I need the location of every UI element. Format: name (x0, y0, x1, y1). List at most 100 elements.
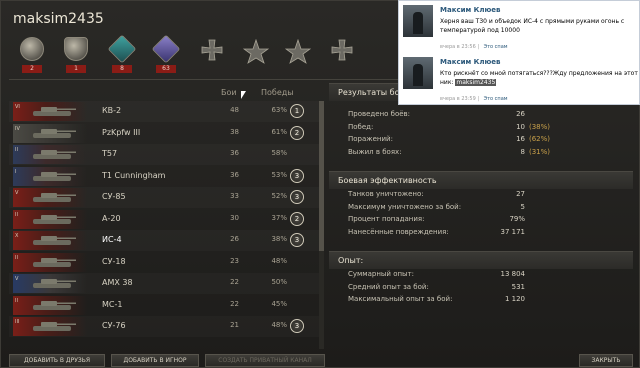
vehicle-row[interactable]: II СУ-18 23 48% (9, 252, 319, 273)
battles-count: 36 (230, 170, 239, 179)
win-rate: 48% (271, 321, 287, 329)
star-medal-icon[interactable] (284, 38, 312, 65)
vehicle-name: T1 Cunningham (102, 170, 166, 180)
spam-link[interactable]: Это спам (484, 96, 508, 102)
win-rate: 50% (271, 278, 287, 286)
vk-comment: Максим Клюев Херня ваш Т30 и объедок ИС-… (403, 3, 639, 53)
wins-header[interactable]: Победы (261, 88, 294, 97)
stat-value: 27 (516, 190, 525, 198)
vehicle-row[interactable]: VI КВ-2 48 63% 1 (9, 101, 319, 122)
close-button[interactable]: ЗАКРЫТЬ (579, 354, 633, 367)
comment-author[interactable]: Максим Клюев (440, 58, 500, 66)
vehicle-row[interactable]: V СУ-85 33 52% 3 (9, 187, 319, 208)
tank-wreath-medal-icon[interactable]: 2 (17, 37, 47, 77)
stat-value: 26 (516, 110, 525, 118)
tier-label: X (15, 233, 19, 239)
vehicle-row[interactable]: II T57 36 58% (9, 144, 319, 165)
tank-icon (25, 105, 79, 118)
tank-icon (25, 234, 79, 247)
comment-text: Херня ваш Т30 и объедок ИС-4 с прямыми р… (440, 18, 625, 34)
battles-count: 21 (230, 321, 239, 329)
vehicle-row[interactable]: I T1 Cunningham 36 53% 3 (9, 166, 319, 187)
stat-label: Поражений: (348, 135, 393, 143)
mastery-badge-icon: 3 (290, 190, 304, 204)
stat-value: 531 (511, 282, 525, 291)
medal-bar: 2 1 8 63 (9, 33, 389, 77)
win-rate: 37% (271, 213, 287, 222)
add-ignore-button[interactable]: ДОБАВИТЬ В ИГНОР (111, 354, 199, 367)
stat-value: 10 (516, 122, 525, 131)
iron-cross-medal-icon[interactable] (199, 39, 225, 65)
tier-label: VI (15, 104, 20, 110)
efficiency-heading: Боевая эффективность (338, 176, 437, 185)
battles-count: 33 (230, 192, 239, 200)
battles-count: 30 (230, 213, 239, 222)
stat-row: Поражений: 16 (62%) (329, 134, 633, 146)
stat-row: Процент попадания: 79% (329, 214, 633, 226)
comment-time[interactable]: вчера в 23:56 (440, 44, 476, 50)
scrollbar[interactable] (319, 101, 324, 349)
vehicle-name: МС-1 (102, 299, 123, 309)
mastery-badge-icon: 1 (290, 104, 304, 118)
battles-count: 38 (230, 127, 239, 136)
results-heading: Результаты боя (338, 88, 405, 97)
tier-label: III (15, 319, 20, 325)
mastery-badge-icon: 3 (290, 233, 304, 247)
add-friend-button[interactable]: ДОБАВИТЬ В ДРУЗЬЯ (9, 354, 105, 367)
star-medal-icon[interactable] (242, 38, 270, 65)
stat-value: 1 120 (504, 295, 525, 303)
tank-icon (25, 277, 79, 290)
stat-label: Побед: (348, 122, 374, 131)
stat-value: 16 (516, 135, 525, 143)
comment-author[interactable]: Максим Клюев (440, 6, 500, 14)
tank-badge-medal-icon[interactable]: 8 (107, 34, 137, 77)
vehicle-row[interactable]: X ИС-4 26 38% 3 (9, 230, 319, 251)
win-rate: 45% (271, 299, 287, 308)
comment-time[interactable]: вчера в 23:59 (440, 96, 476, 102)
private-channel-button[interactable]: СОЗДАТЬ ПРИВАТНЫЙ КАНАЛ (205, 354, 325, 367)
tank-icon (25, 320, 79, 333)
battles-header[interactable]: Бои (221, 88, 237, 97)
stat-row: Средний опыт за бой: 531 (329, 282, 633, 294)
player-name: maksim2435 (13, 11, 104, 27)
spam-link[interactable]: Это спам (484, 44, 508, 50)
vehicle-list: VI КВ-2 48 63% 1 IV PzKpfw III 38 61% 2 II T57 36 58%… (9, 101, 319, 351)
win-rate: 38% (271, 235, 287, 243)
mastery-badge-icon: 3 (290, 319, 304, 333)
tier-label: V (15, 276, 19, 282)
vehicle-row[interactable]: IV PzKpfw III 38 61% 2 (9, 123, 319, 144)
tank-icon (25, 213, 79, 226)
shield-medal-icon[interactable]: 1 (61, 37, 91, 77)
win-rate: 52% (271, 192, 287, 200)
efficiency-section-header: Боевая эффективность (329, 171, 633, 189)
vehicle-row[interactable]: V AMX 38 22 50% (9, 273, 319, 294)
mastery-badge-icon: 3 (290, 168, 304, 183)
avatar[interactable] (403, 57, 433, 89)
tier-label: II (15, 254, 18, 261)
tank-badge-elite-icon[interactable]: 63 (151, 34, 181, 77)
stat-value: 37 171 (500, 227, 526, 236)
win-rate: 48% (271, 256, 287, 265)
scrollbar-thumb[interactable] (319, 101, 324, 251)
stat-value: 13 804 (500, 270, 526, 278)
stat-percent: (38%) (529, 122, 551, 131)
battles-count: 36 (230, 149, 239, 157)
stat-row: Нанесённые повреждения: 37 171 (329, 227, 633, 239)
tier-label: V (15, 190, 19, 196)
stat-row: Побед: 10 (38%) (329, 122, 633, 134)
vk-comments-overlay: Максим Клюев Херня ваш Т30 и объедок ИС-… (398, 0, 640, 105)
experience-heading: Опыт: (338, 256, 364, 265)
avatar[interactable] (403, 5, 433, 37)
iron-cross-medal-icon[interactable] (329, 39, 355, 65)
stat-percent: (62%) (529, 135, 551, 143)
vehicle-row[interactable]: II А-20 30 37% 2 (9, 209, 319, 230)
vehicle-name: AMX 38 (102, 278, 133, 287)
battles-count: 26 (230, 235, 239, 243)
battles-count: 48 (230, 106, 239, 114)
statistics-panel: Результаты боя Проведено боёв: 26 Побед: 10… (329, 83, 633, 351)
stat-label: Выжил в боях: (348, 147, 402, 156)
vehicle-row[interactable]: III СУ-76 21 48% 3 (9, 316, 319, 337)
vehicle-row[interactable]: II МС-1 22 45% (9, 295, 319, 316)
tank-icon (25, 191, 79, 204)
win-rate: 53% (271, 170, 287, 179)
